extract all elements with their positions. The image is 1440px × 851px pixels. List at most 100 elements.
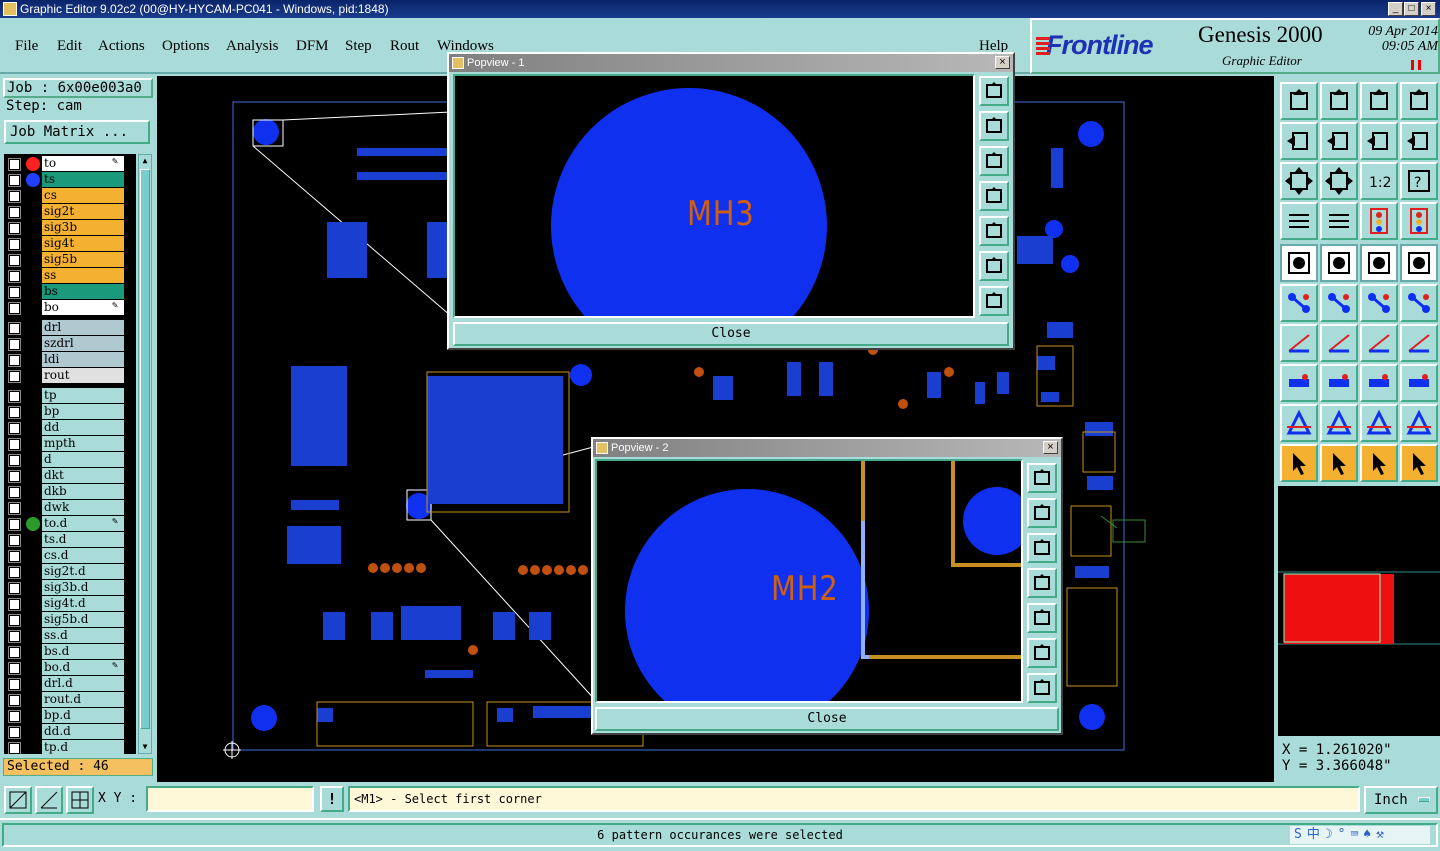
pad-add-button[interactable] xyxy=(1280,364,1318,402)
layer-name[interactable]: rout.d xyxy=(42,692,124,707)
layer-name[interactable]: bp.d xyxy=(42,708,124,723)
layer-row-bo-d[interactable]: bo.d ✎ xyxy=(4,660,136,676)
zoom-fit-button[interactable] xyxy=(1280,162,1318,200)
close-window-button[interactable]: × xyxy=(1421,2,1436,16)
menu-step[interactable]: Step xyxy=(345,38,372,55)
surface-button[interactable] xyxy=(1400,364,1438,402)
layer-row-d[interactable]: d xyxy=(4,452,136,468)
layer-row-drl[interactable]: drl xyxy=(4,320,136,336)
layer-row-dkt[interactable]: dkt xyxy=(4,468,136,484)
layer-checkbox[interactable] xyxy=(8,174,21,187)
angle-button[interactable] xyxy=(1280,324,1318,362)
popview-1-view[interactable]: MH3 xyxy=(453,74,975,318)
layer-name[interactable]: dd.d xyxy=(42,724,124,739)
layer-checkbox[interactable] xyxy=(8,502,21,515)
view-left-button[interactable] xyxy=(1027,568,1057,598)
layer-name[interactable]: cs xyxy=(42,188,124,203)
layer-checkbox[interactable] xyxy=(8,582,21,595)
layer-row-szdrl[interactable]: szdrl xyxy=(4,336,136,352)
popview-1-titlebar[interactable]: Popview - 1 × xyxy=(449,54,1013,72)
layer-name[interactable]: dkt xyxy=(42,468,124,483)
minimize-button[interactable]: _ xyxy=(1388,2,1403,16)
view-top-button[interactable] xyxy=(1027,498,1057,528)
layer-name[interactable]: sig2t xyxy=(42,204,124,219)
layer-name[interactable]: dwk xyxy=(42,500,124,515)
layer-checkbox[interactable] xyxy=(8,550,21,563)
popview-2-titlebar[interactable]: Popview - 2 × xyxy=(593,439,1061,457)
layer-name[interactable]: sig5b xyxy=(42,252,124,267)
move-node-button[interactable] xyxy=(1360,284,1398,322)
flip-button[interactable] xyxy=(1360,122,1398,160)
grid-view-button[interactable] xyxy=(1320,202,1358,240)
home-bottom-button[interactable] xyxy=(1320,82,1358,120)
layer-row-sig4t[interactable]: sig4t xyxy=(4,236,136,252)
layer-checkbox[interactable] xyxy=(8,370,21,383)
zoom-fit-button[interactable] xyxy=(979,286,1009,316)
layer-name[interactable]: szdrl xyxy=(42,336,124,351)
layer-checkbox[interactable] xyxy=(8,158,21,171)
layer-row-ts[interactable]: ts xyxy=(4,172,136,188)
layer-row-sig3b[interactable]: sig3b xyxy=(4,220,136,236)
layer-checkbox[interactable] xyxy=(8,534,21,547)
layer-checkbox[interactable] xyxy=(8,322,21,335)
layer-row-sig5b-d[interactable]: sig5b.d xyxy=(4,612,136,628)
mirror-button[interactable] xyxy=(1400,324,1438,362)
view-bottom-button[interactable] xyxy=(979,146,1009,176)
layer-row-cs[interactable]: cs xyxy=(4,188,136,204)
edit-shape-button[interactable] xyxy=(1320,244,1358,282)
zoom-in-button[interactable] xyxy=(979,251,1009,281)
layer-checkbox[interactable] xyxy=(8,742,21,754)
snap-settings-button[interactable] xyxy=(1280,202,1318,240)
layer-name[interactable]: tp xyxy=(42,388,124,403)
arch-button[interactable] xyxy=(1360,404,1398,442)
alert-button[interactable]: ! xyxy=(320,786,344,812)
view-right-button[interactable] xyxy=(979,216,1009,246)
popview-2-window[interactable]: Popview - 2 × MH2 Close xyxy=(591,437,1063,735)
layer-row-sig2t-d[interactable]: sig2t.d xyxy=(4,564,136,580)
grid-snap-button[interactable] xyxy=(66,786,94,814)
layer-name[interactable]: cs.d xyxy=(42,548,124,563)
layer-checkbox[interactable] xyxy=(8,662,21,675)
layer-checkbox[interactable] xyxy=(8,354,21,367)
layer-row-sig3b-d[interactable]: sig3b.d xyxy=(4,580,136,596)
view-bottom-button[interactable] xyxy=(1027,533,1057,563)
menu-options[interactable]: Options xyxy=(162,38,210,55)
scroll-thumb[interactable] xyxy=(140,169,150,729)
layer-row-bs-d[interactable]: bs.d xyxy=(4,644,136,660)
job-matrix-button[interactable]: Job Matrix ... xyxy=(4,120,150,144)
zoom-1to1-button[interactable]: 1:2 xyxy=(1360,162,1398,200)
view-left-button[interactable] xyxy=(979,181,1009,211)
pan-left-button[interactable] xyxy=(1280,122,1318,160)
unit-selector[interactable]: Inch xyxy=(1364,786,1438,814)
pointer-frame-button[interactable] xyxy=(1360,444,1398,482)
layer-row-dkb[interactable]: dkb xyxy=(4,484,136,500)
layer-checkbox[interactable] xyxy=(8,238,21,251)
help-button[interactable]: ? xyxy=(1400,162,1438,200)
layer-row-ts-d[interactable]: ts.d xyxy=(4,532,136,548)
zoom-window-button[interactable] xyxy=(4,786,32,814)
layer-checkbox[interactable] xyxy=(8,254,21,267)
layer-checkbox[interactable] xyxy=(8,206,21,219)
add-node-button[interactable] xyxy=(1400,284,1438,322)
layer-name[interactable]: bs xyxy=(42,284,124,299)
layer-name[interactable]: rout xyxy=(42,368,124,383)
arc-button[interactable] xyxy=(1360,324,1398,362)
layer-checkbox[interactable] xyxy=(8,406,21,419)
layer-name[interactable]: dkb xyxy=(42,484,124,499)
layer-name[interactable]: ts.d xyxy=(42,532,124,547)
layer-name[interactable]: tp.d xyxy=(42,740,124,754)
layer-checkbox[interactable] xyxy=(8,270,21,283)
layer-name[interactable]: ts xyxy=(42,172,124,187)
layer-row-sig4t-d[interactable]: sig4t.d xyxy=(4,596,136,612)
layer-row-tp-d[interactable]: tp.d xyxy=(4,740,136,754)
trace-button[interactable] xyxy=(1320,364,1358,402)
layer-checkbox[interactable] xyxy=(8,486,21,499)
popview-1-close-icon[interactable]: × xyxy=(995,56,1010,69)
line-add-button[interactable] xyxy=(1320,324,1358,362)
resize-button[interactable] xyxy=(1360,364,1398,402)
layer-row-sig2t[interactable]: sig2t xyxy=(4,204,136,220)
layer-checkbox[interactable] xyxy=(8,390,21,403)
layer-row-drl-d[interactable]: drl.d xyxy=(4,676,136,692)
display-color-icon[interactable] xyxy=(26,173,40,187)
layer-checkbox[interactable] xyxy=(8,454,21,467)
